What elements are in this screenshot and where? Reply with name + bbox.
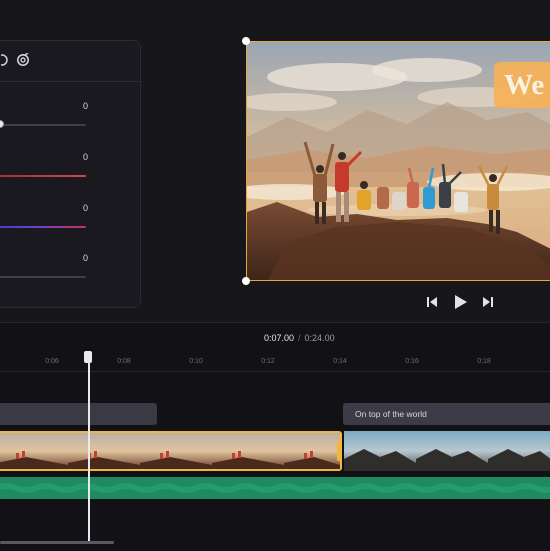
slider-value: 0 [82, 152, 88, 162]
video-clip[interactable] [344, 431, 550, 471]
time-separator: / [298, 333, 301, 343]
editor-workspace: 0 0 0 0 We [0, 0, 550, 322]
tick-label: 0:12 [261, 358, 275, 365]
audio-waveform [0, 483, 550, 493]
slider-track[interactable] [0, 175, 86, 177]
play-icon [455, 295, 467, 309]
slider-track[interactable] [0, 124, 86, 126]
adjustments-panel-header [0, 41, 140, 82]
skip-back-button[interactable] [424, 291, 440, 313]
total-duration: 0:24.00 [304, 333, 335, 343]
tick-label: 0:06 [45, 358, 59, 365]
adjust-slider-row: 0 [0, 203, 140, 243]
clip-thumbnails [344, 431, 550, 471]
reset-icon[interactable] [0, 53, 9, 67]
tick-label: 0:08 [117, 358, 131, 365]
tick-label: 0:14 [333, 358, 347, 365]
adjust-slider-row: 0 [0, 101, 140, 141]
resize-handle-bottom-left[interactable] [242, 277, 250, 285]
text-clip-label: On top of the world [355, 409, 427, 419]
play-button[interactable] [452, 291, 470, 313]
video-clip-selected[interactable] [0, 431, 342, 471]
playback-controls [420, 291, 510, 313]
slider-track[interactable] [0, 276, 86, 278]
playhead[interactable] [88, 353, 90, 543]
slider-handle[interactable] [0, 120, 4, 128]
playhead-handle[interactable] [84, 351, 92, 363]
timeline-ruler[interactable]: 0:06 0:08 0:10 0:12 0:14 0:16 0:18 [0, 353, 550, 372]
text-clip[interactable] [0, 403, 157, 425]
slider-value: 0 [82, 253, 88, 263]
skip-forward-icon [483, 297, 493, 307]
target-icon[interactable] [16, 53, 30, 67]
tick-label: 0:18 [477, 358, 491, 365]
time-readout: 0:07.00/0:24.00 [264, 333, 335, 343]
slider-value: 0 [82, 203, 88, 213]
text-clip[interactable]: On top of the world [343, 403, 550, 425]
skip-forward-button[interactable] [480, 291, 496, 313]
resize-handle-top-left[interactable] [242, 37, 250, 45]
clip-trim-handle[interactable] [337, 441, 340, 461]
title-text-overlay[interactable]: We [494, 62, 550, 108]
tick-label: 0:16 [405, 358, 419, 365]
timeline-panel: 0:07.00/0:24.00 0:06 0:08 0:10 0:12 0:14… [0, 322, 550, 551]
slider-value: 0 [82, 101, 88, 111]
adjustments-panel: 0 0 0 0 [0, 40, 141, 308]
timeline-scrollbar[interactable] [0, 541, 114, 544]
adjust-slider-row: 0 [0, 253, 140, 293]
slider-track[interactable] [0, 226, 86, 228]
title-overlay-text: We [504, 69, 545, 101]
clip-thumbnails [0, 433, 340, 469]
tick-label: 0:10 [189, 358, 203, 365]
current-time: 0:07.00 [264, 333, 295, 343]
skip-back-icon [427, 297, 437, 307]
audio-track[interactable] [0, 477, 550, 499]
adjust-slider-row: 0 [0, 152, 140, 192]
